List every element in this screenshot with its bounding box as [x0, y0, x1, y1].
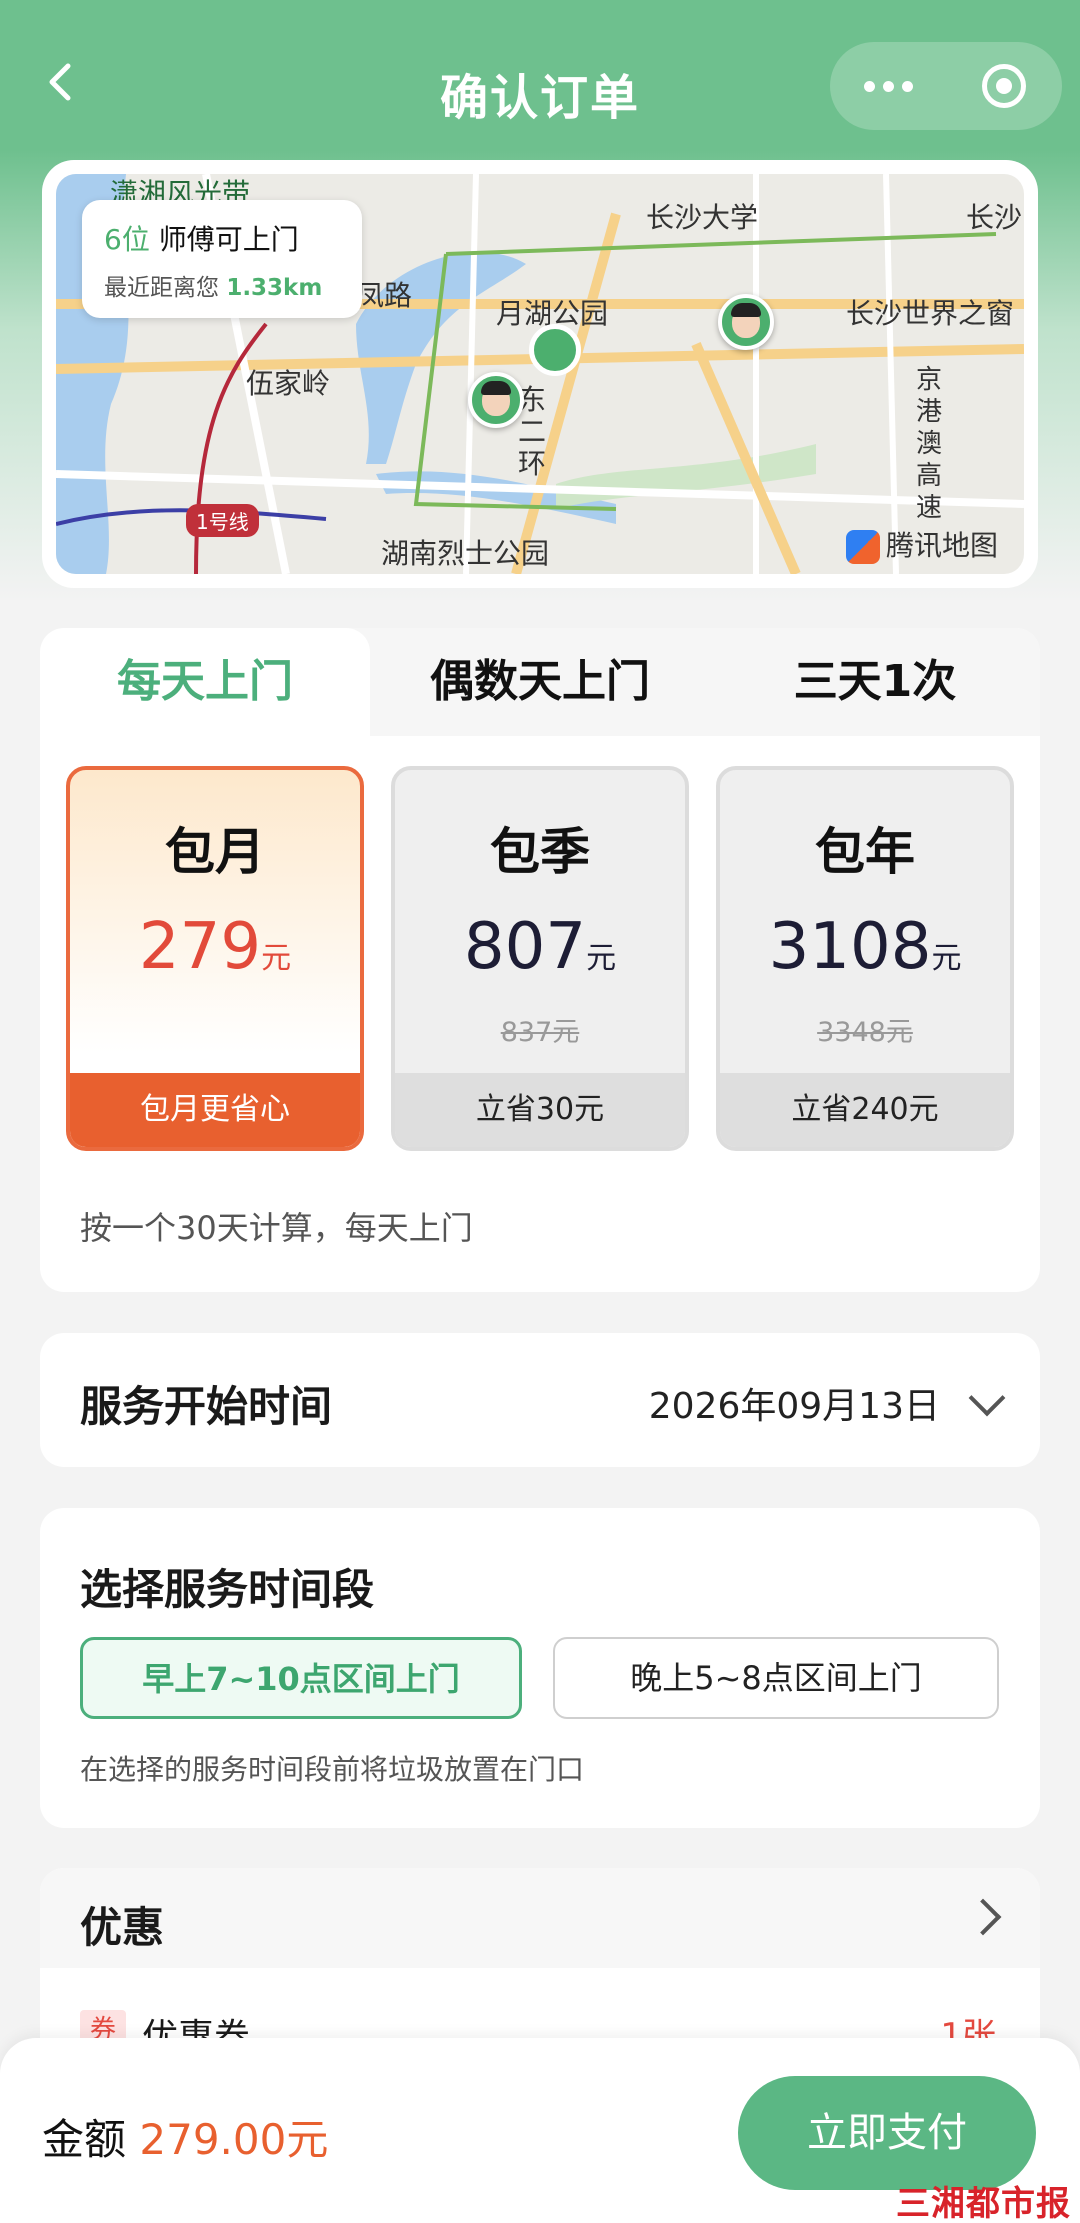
plan-tagline: 包月更省心 — [70, 1073, 360, 1147]
discount-header[interactable]: 优惠 — [40, 1868, 1040, 1968]
plan-name: 包季 — [490, 823, 590, 881]
tab-every-three-days[interactable]: 三天1次 — [710, 628, 1040, 736]
plan-price: 279元 — [138, 910, 292, 984]
chevron-down-icon — [968, 1379, 1006, 1417]
worker-avatar-pin[interactable] — [468, 372, 524, 428]
distance-prefix: 最近距离您 — [104, 275, 219, 301]
mini-program-capsule — [830, 42, 1062, 130]
map-label: 伍家岭 — [246, 367, 331, 400]
worker-count-suffix: 师傅可上门 — [158, 223, 299, 256]
map-label: 京港澳高速 — [916, 365, 943, 523]
plan-yearly[interactable]: 包年 3108元 3348元 立省240元 — [716, 766, 1014, 1151]
worker-avatar-pin[interactable] — [718, 294, 774, 350]
map-provider: 腾讯地图 — [886, 529, 999, 562]
map-label: 长沙大学 — [646, 201, 759, 234]
user-location-marker — [529, 324, 581, 376]
discount-title: 优惠 — [80, 1903, 165, 1952]
plan-price: 807元 — [463, 910, 617, 984]
start-date-label: 服务开始时间 — [80, 1382, 333, 1431]
start-date-row[interactable]: 服务开始时间 2026年09月13日 — [40, 1333, 1040, 1467]
map-label: 长沙世界之窗 — [846, 297, 1015, 330]
map-provider-logo: 腾讯地图 — [846, 524, 998, 564]
amount-row: 金额 279.00元 — [42, 2106, 328, 2167]
map-label: 湖南烈士公园 — [381, 537, 550, 570]
time-slot-card: 选择服务时间段 早上7~10点区间上门 晚上5~8点区间上门 在选择的服务时间段… — [40, 1508, 1040, 1828]
plan-savings: 立省240元 — [720, 1073, 1010, 1147]
start-date-value: 2026年09月13日 — [648, 1386, 940, 1427]
nearest-distance: 1.33km — [226, 275, 323, 301]
map-label: 长沙 — [966, 201, 1023, 234]
plan-price: 3108元 — [768, 910, 962, 984]
plan-original-price: 837元 — [500, 1017, 580, 1048]
worker-count: 6位 — [104, 223, 150, 256]
more-icon[interactable] — [830, 80, 946, 92]
plan-name: 包年 — [815, 823, 915, 881]
tencent-map-icon — [846, 530, 880, 564]
map-view[interactable]: 潇湘风光带 长沙大学 长沙 凤路 月湖公园 长沙世界之窗 伍家岭 东二环 京港澳… — [56, 174, 1024, 574]
slot-morning-button[interactable]: 早上7~10点区间上门 — [80, 1637, 522, 1719]
title-bar: 确认订单 — [0, 0, 1080, 150]
plan-monthly[interactable]: 包月 279元 包月更省心 — [66, 766, 364, 1151]
frequency-tabs: 每天上门 偶数天上门 三天1次 — [40, 628, 1040, 736]
tab-daily[interactable]: 每天上门 — [40, 628, 370, 736]
plan-savings: 立省30元 — [395, 1073, 685, 1147]
amount-label: 金额 — [42, 2115, 127, 2164]
pay-now-button[interactable]: 立即支付 — [738, 2076, 1036, 2190]
map-label: 凤路 — [356, 279, 413, 312]
plan-quarterly[interactable]: 包季 807元 837元 立省30元 — [391, 766, 689, 1151]
tab-even-days[interactable]: 偶数天上门 — [370, 628, 710, 736]
plan-card: 每天上门 偶数天上门 三天1次 包月 279元 包月更省心 包季 807元 83… — [40, 628, 1040, 1292]
plan-original-price: 3348元 — [817, 1017, 913, 1048]
map-label: 1号线 — [186, 504, 259, 537]
plan-name: 包月 — [165, 823, 265, 881]
time-slot-title: 选择服务时间段 — [80, 1565, 375, 1614]
plan-options: 包月 279元 包月更省心 包季 807元 837元 立省30元 包年 3108… — [66, 766, 1014, 1151]
amount-value: 279.00元 — [139, 2115, 329, 2164]
slot-evening-button[interactable]: 晚上5~8点区间上门 — [553, 1637, 999, 1719]
plan-note: 按一个30天计算，每天上门 — [80, 1209, 473, 1247]
time-slot-note: 在选择的服务时间段前将垃圾放置在门口 — [80, 1753, 585, 1786]
newspaper-watermark: 三湘都市报 — [896, 2184, 1071, 2223]
workers-popup: 6位 师傅可上门 最近距离您 1.33km — [82, 200, 362, 318]
chevron-right-icon — [964, 1898, 1002, 1936]
close-target-icon[interactable] — [946, 64, 1062, 108]
map-card: 潇湘风光带 长沙大学 长沙 凤路 月湖公园 长沙世界之窗 伍家岭 东二环 京港澳… — [42, 160, 1038, 588]
